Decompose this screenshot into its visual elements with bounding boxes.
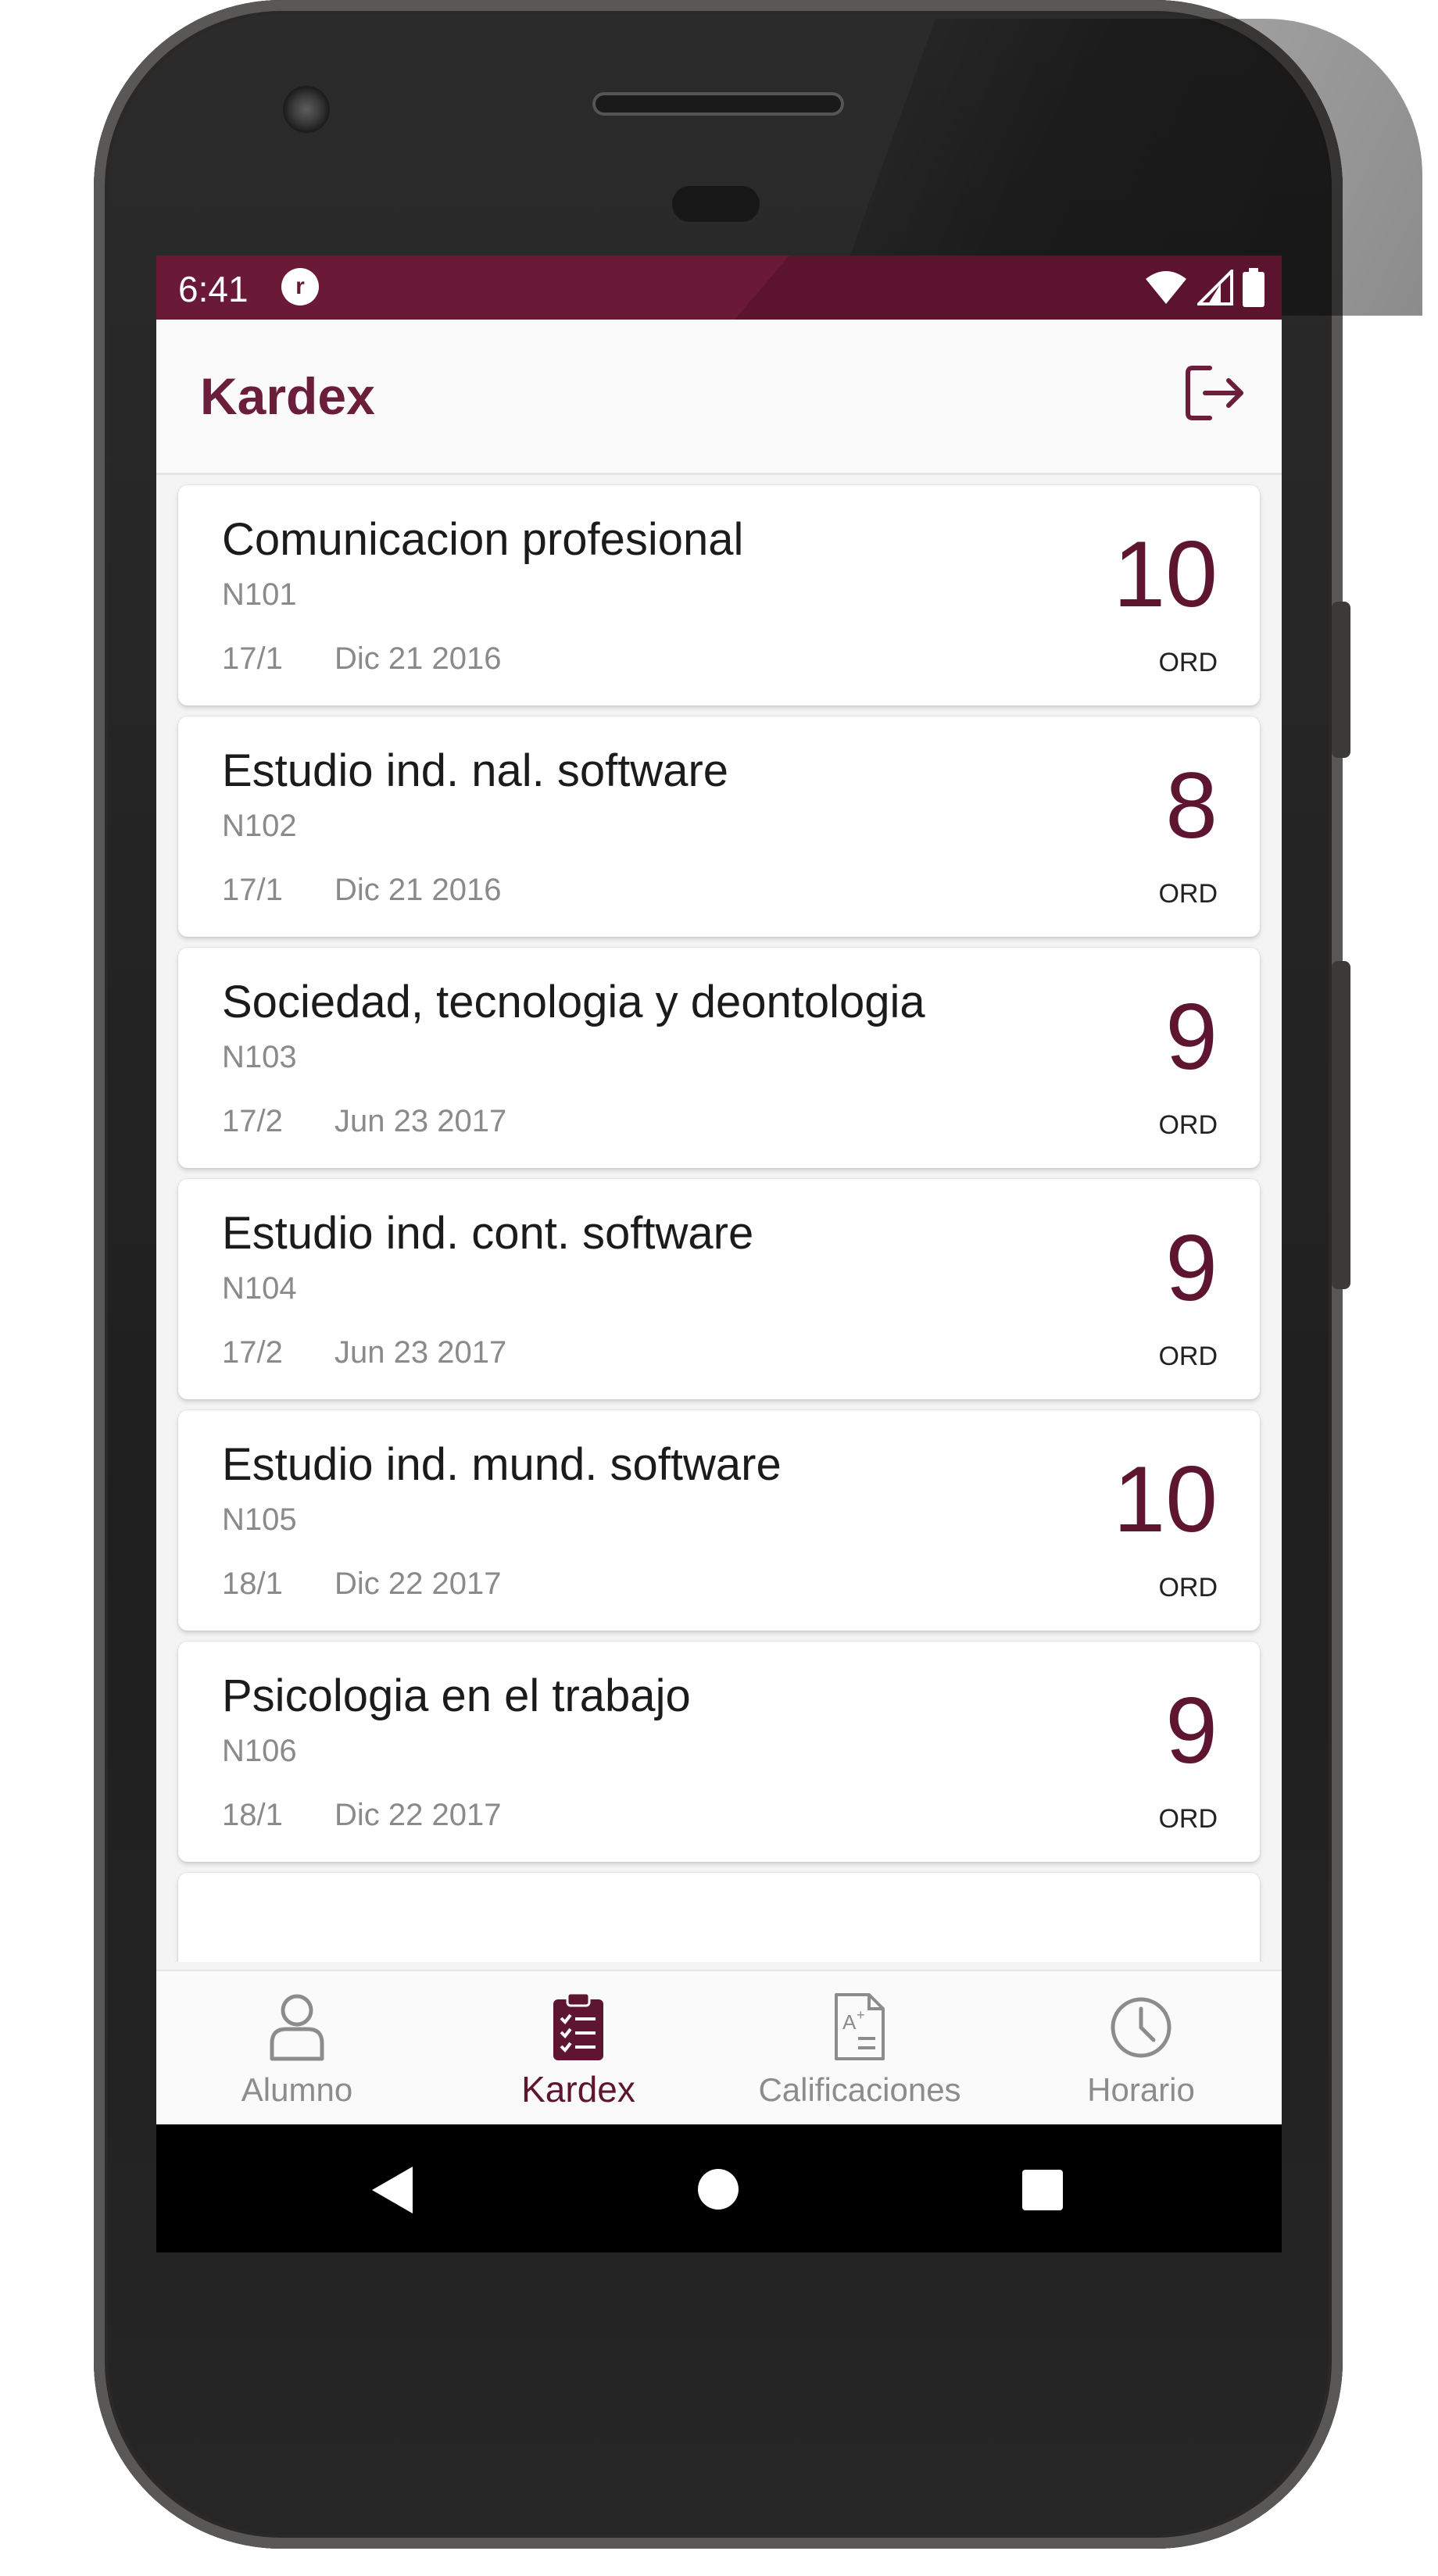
graded-document-icon: A + — [835, 1993, 885, 2060]
course-name: Estudio ind. mund. software — [222, 1439, 782, 1490]
logout-icon[interactable] — [1182, 360, 1247, 426]
course-code: N103 — [222, 1040, 297, 1074]
course-name: Estudio ind. nal. software — [222, 745, 729, 796]
app-bar: Kardex — [156, 320, 1282, 475]
person-icon — [270, 1994, 324, 2061]
course-period: 17/2 — [222, 1104, 283, 1138]
course-date: Jun 23 2017 — [334, 1104, 507, 1138]
grade-type: ORD — [1158, 1110, 1218, 1140]
course-code: N101 — [222, 577, 297, 612]
course-code: N104 — [222, 1271, 297, 1306]
course-card[interactable]: Estudio ind. mund. software N105 18/1 Di… — [178, 1410, 1260, 1631]
status-time: 6:41 — [178, 269, 249, 309]
course-code: N106 — [222, 1734, 297, 1768]
course-name: Estudio ind. cont. software — [222, 1208, 754, 1259]
nav-item-alumno[interactable]: Alumno — [156, 1971, 438, 2126]
course-grade: 9 — [1165, 984, 1218, 1089]
course-period: 17/1 — [222, 641, 283, 676]
cell-signal-icon — [1197, 270, 1233, 305]
course-date: Dic 22 2017 — [334, 1798, 502, 1832]
course-name: Psicologia en el trabajo — [222, 1670, 691, 1721]
svg-text:A: A — [842, 2010, 857, 2034]
nav-item-horario[interactable]: Horario — [1000, 1971, 1282, 2126]
svg-text:+: + — [857, 2007, 865, 2023]
front-camera — [283, 86, 330, 133]
status-bar: 6:41 r — [156, 255, 1282, 320]
clock-icon — [1111, 1997, 1172, 2058]
ring-notification-icon: r — [281, 268, 319, 305]
page-title: Kardex — [200, 367, 375, 425]
home-icon[interactable] — [697, 2168, 739, 2210]
course-card[interactable]: Psicologia en el trabajo N106 18/1 Dic 2… — [178, 1642, 1260, 1862]
course-code: N102 — [222, 809, 297, 843]
course-period: 18/1 — [222, 1567, 283, 1601]
screen: 6:41 r Kardex Comunicacion profesional N… — [156, 255, 1282, 2253]
grade-type: ORD — [1158, 648, 1218, 677]
nav-label: Horario — [1087, 2071, 1195, 2108]
kardex-list[interactable]: Comunicacion profesional N101 17/1 Dic 2… — [156, 477, 1282, 1962]
course-card-partial[interactable] — [178, 1873, 1260, 1962]
wifi-icon — [1146, 271, 1186, 304]
battery-icon — [1243, 268, 1265, 307]
grade-type: ORD — [1158, 1342, 1218, 1371]
grade-type: ORD — [1158, 1573, 1218, 1602]
nav-label: Calificaciones — [758, 2071, 961, 2108]
course-card[interactable]: Estudio ind. cont. software N104 17/2 Ju… — [178, 1179, 1260, 1399]
course-date: Dic 21 2016 — [334, 873, 502, 907]
nav-label: Kardex — [521, 2069, 635, 2110]
back-icon[interactable] — [369, 2165, 416, 2215]
bottom-navigation: Alumno Kardex A + Calificaciones Horario — [156, 1970, 1282, 2126]
course-grade: 8 — [1165, 753, 1218, 858]
course-card[interactable]: Comunicacion profesional N101 17/1 Dic 2… — [178, 485, 1260, 706]
course-grade: 9 — [1165, 1216, 1218, 1320]
power-button — [1332, 961, 1350, 1289]
course-name: Comunicacion profesional — [222, 514, 744, 565]
proximity-sensor — [672, 186, 760, 222]
volume-button — [1332, 602, 1350, 758]
course-grade: 10 — [1113, 522, 1218, 627]
clipboard-checklist-icon — [553, 1992, 603, 2060]
course-grade: 10 — [1113, 1447, 1218, 1552]
earpiece-speaker — [592, 92, 844, 116]
recents-icon[interactable] — [1022, 2170, 1063, 2210]
grade-type: ORD — [1158, 1804, 1218, 1834]
grade-type: ORD — [1158, 879, 1218, 909]
course-date: Dic 21 2016 — [334, 641, 502, 676]
course-date: Jun 23 2017 — [334, 1335, 507, 1370]
nav-item-calificaciones[interactable]: A + Calificaciones — [719, 1971, 1000, 2126]
nav-item-kardex[interactable]: Kardex — [438, 1971, 719, 2126]
course-name: Sociedad, tecnologia y deontologia — [222, 977, 925, 1027]
course-card[interactable]: Estudio ind. nal. software N102 17/1 Dic… — [178, 716, 1260, 937]
status-icons — [1144, 266, 1265, 309]
course-grade: 9 — [1165, 1678, 1218, 1783]
course-code: N105 — [222, 1502, 297, 1537]
nav-label: Alumno — [241, 2071, 353, 2108]
course-period: 18/1 — [222, 1798, 283, 1832]
course-date: Dic 22 2017 — [334, 1567, 502, 1601]
course-period: 17/2 — [222, 1335, 283, 1370]
system-navigation-bar — [156, 2124, 1282, 2253]
course-card[interactable]: Sociedad, tecnologia y deontologia N103 … — [178, 948, 1260, 1168]
course-period: 17/1 — [222, 873, 283, 907]
